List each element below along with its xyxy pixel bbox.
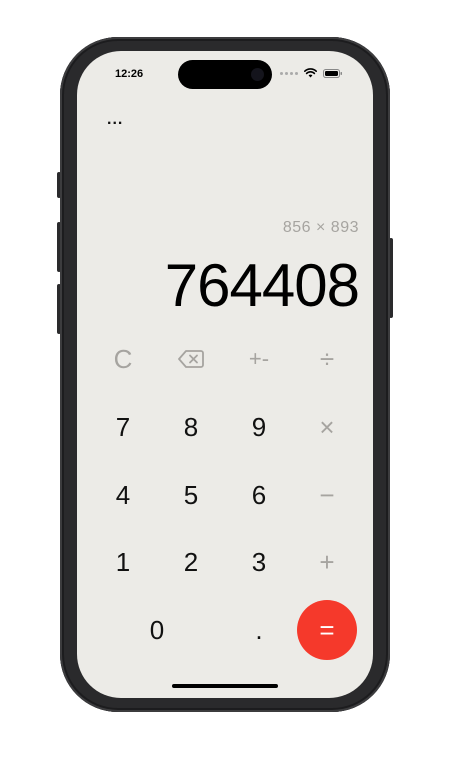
digit-0-button[interactable]: 0	[127, 600, 187, 660]
home-indicator[interactable]	[172, 684, 278, 688]
digit-3-button[interactable]: 3	[229, 532, 289, 592]
minus-button[interactable]: −	[297, 465, 357, 525]
digit-9-button[interactable]: 9	[229, 397, 289, 457]
device-stage: 12:26 ... 856 × 893 764408 C +- ÷ 7 8 9 …	[0, 0, 450, 782]
battery-icon	[323, 68, 342, 78]
calculator-screen: 12:26 ... 856 × 893 764408 C +- ÷ 7 8 9 …	[77, 51, 373, 698]
clear-button[interactable]: C	[93, 329, 153, 389]
cellular-signal-icon	[280, 71, 298, 75]
more-menu-button[interactable]: ...	[107, 111, 123, 129]
backspace-button[interactable]	[161, 329, 221, 389]
decimal-button[interactable]: .	[229, 600, 289, 660]
wifi-icon	[304, 68, 317, 78]
expression-display: 856 × 893	[282, 219, 359, 236]
status-indicators	[280, 68, 343, 78]
digit-8-button[interactable]: 8	[161, 397, 221, 457]
equals-button[interactable]: =	[297, 600, 357, 660]
digit-2-button[interactable]: 2	[161, 532, 221, 592]
result-display: 764408	[164, 252, 360, 319]
digit-7-button[interactable]: 7	[93, 397, 153, 457]
divide-button[interactable]: ÷	[297, 329, 357, 389]
camera-icon	[251, 68, 264, 81]
digit-5-button[interactable]: 5	[161, 465, 221, 525]
digit-6-button[interactable]: 6	[229, 465, 289, 525]
digit-1-button[interactable]: 1	[93, 532, 153, 592]
status-time: 12:26	[115, 68, 144, 80]
plus-minus-button[interactable]: +-	[229, 329, 289, 389]
dynamic-island	[178, 60, 272, 89]
backspace-icon	[178, 350, 204, 368]
digit-4-button[interactable]: 4	[93, 465, 153, 525]
plus-button[interactable]: +	[297, 532, 357, 592]
multiply-button[interactable]: ×	[297, 397, 357, 457]
